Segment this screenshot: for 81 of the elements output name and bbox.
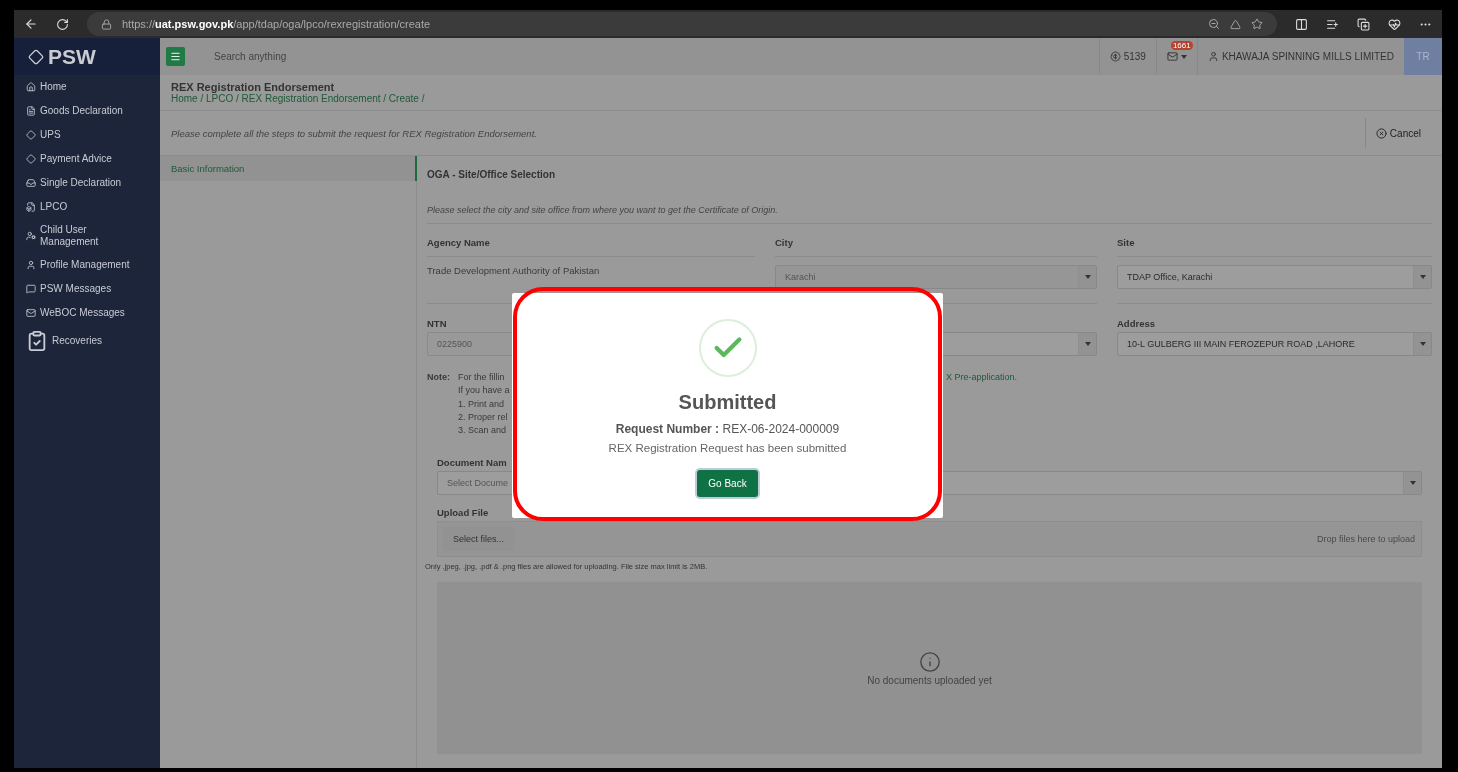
lock-icon (101, 18, 112, 30)
column-header: City (775, 224, 1097, 257)
dialog-message: REX Registration Request has been submitted (608, 442, 847, 454)
field-label: Upload File (437, 506, 489, 520)
empty-text: No documents uploaded yet (867, 674, 992, 686)
document-icon (26, 202, 36, 212)
sidebar-item[interactable]: LPCO (14, 195, 160, 219)
logo-text: PSW (48, 44, 96, 69)
sidebar-item[interactable]: WeBOC Messages (14, 301, 160, 325)
tray-icon (26, 178, 36, 188)
collections-icon[interactable] (1357, 17, 1370, 31)
clipboard-icon (26, 330, 48, 352)
column-header: Agency Name (427, 224, 755, 257)
dialog-title: Submitted (678, 391, 777, 414)
info-icon (918, 650, 941, 673)
field-label: Address (1117, 317, 1155, 331)
back-icon[interactable] (24, 17, 38, 31)
go-back-button[interactable]: Go Back (697, 470, 758, 497)
breadcrumb[interactable]: Home / LPCO / REX Registration Endorsement / Create / (171, 93, 1431, 104)
split-screen-icon[interactable] (1295, 17, 1308, 31)
document-icon (26, 106, 36, 116)
address-bar[interactable]: https://uat.psw.gov.pk/app/tdap/oga/lpco/rexregistration/create (87, 12, 1277, 36)
upload-zone[interactable]: Select files... Drop files here to upload (437, 521, 1422, 557)
sidebar-item[interactable]: Payment Advice (14, 147, 160, 171)
caret-icon (1180, 54, 1187, 59)
instruction-text: Please complete all the steps to submit the request for REX Registration Endorsement. (171, 127, 538, 139)
caret-icon (1084, 342, 1091, 346)
logo-icon (28, 48, 44, 65)
hint-text: Please select the city and site office from where you want to get the Certificate of Origin. (427, 192, 1432, 224)
star-icon[interactable] (1251, 18, 1263, 30)
sidebar-item[interactable]: PSW Messages (14, 277, 160, 301)
note-step: 2. Proper rel (458, 412, 508, 422)
home-icon (26, 82, 36, 92)
coin-count: 5139 (1123, 51, 1146, 62)
note-text: If you have a (458, 385, 510, 395)
coin-icon (1109, 51, 1121, 62)
cancel-button[interactable]: Cancel (1364, 118, 1431, 148)
sidebar-item[interactable]: Goods Declaration (14, 99, 160, 123)
caret-icon (1419, 275, 1426, 279)
mail-icon (1166, 51, 1178, 62)
column-header: Site (1117, 224, 1432, 257)
page-title: REX Registration Endorsement (171, 81, 335, 93)
note-step: 1. Print and (458, 399, 505, 409)
select-field[interactable]: 10-L GULBERG III MAIN FEROZEPUR ROAD ,LAHORE (1117, 332, 1432, 356)
user-icon (26, 260, 36, 270)
sidebar-item[interactable]: Profile Management (14, 253, 160, 277)
caret-icon (1084, 275, 1091, 279)
sidebar-item[interactable]: Single Declaration (14, 171, 160, 195)
note-label: Note: (427, 372, 451, 384)
check-icon (698, 319, 757, 377)
sidebar-item[interactable]: Child User Management (14, 219, 160, 253)
note-step: 3. Scan and (458, 425, 507, 435)
zoom-out-icon[interactable] (1208, 18, 1220, 30)
heart-icon[interactable] (1388, 17, 1401, 31)
note-link[interactable]: X Pre-application. (946, 372, 1018, 382)
field-label: NTN (427, 317, 447, 331)
message-icon (26, 284, 36, 294)
sidebar-item[interactable]: Home (14, 75, 160, 99)
menu-icon (170, 51, 181, 62)
url-text: https://uat.psw.gov.pk/app/tdap/oga/lpco/rexregistration/create (122, 18, 431, 30)
menu-button[interactable] (166, 47, 185, 66)
diamond-icon (26, 130, 36, 140)
sidebar-item[interactable]: UPS (14, 123, 160, 147)
section-title: OGA - Site/Office Selection (427, 168, 556, 182)
request-number: Request Number : REX-06-2024-000009 (615, 422, 840, 436)
select-field[interactable]: TDAP Office, Karachi (1117, 265, 1432, 289)
favorites-icon[interactable] (1326, 17, 1339, 31)
field-label: Document Nam (437, 456, 507, 470)
caret-icon (1419, 342, 1426, 346)
user-icon (1207, 51, 1219, 62)
mail-badge: 1661 (1170, 41, 1193, 50)
close-icon (1375, 127, 1387, 139)
sidebar-item[interactable]: Recoveries (14, 325, 160, 357)
diamond-icon (26, 154, 36, 164)
refresh-icon[interactable] (56, 17, 69, 31)
note-text: For the fillin (458, 372, 506, 382)
mail-icon (26, 308, 36, 318)
search-field[interactable]: Search anything (214, 51, 1099, 62)
caret-icon (1409, 481, 1416, 485)
mail-button[interactable]: 1661 (1155, 38, 1197, 75)
drop-hint: Drop files here to upload (1316, 534, 1415, 544)
